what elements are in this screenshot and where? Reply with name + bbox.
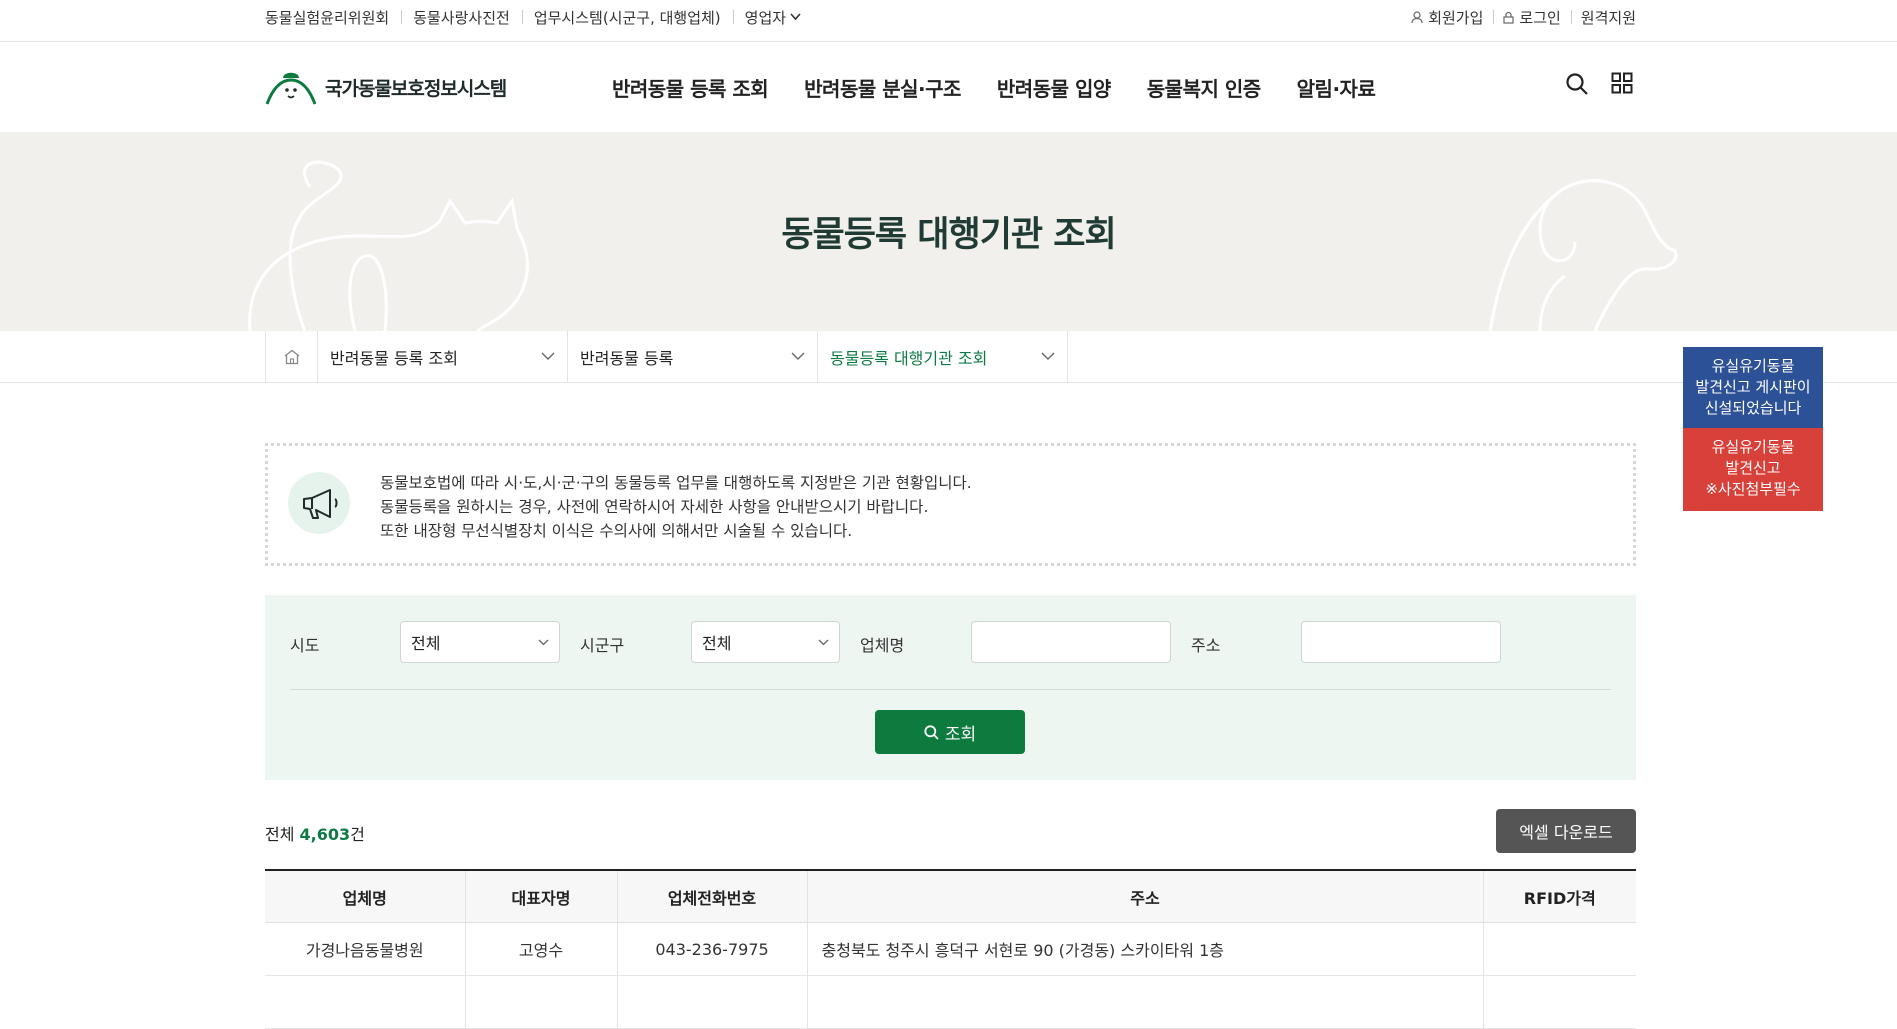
main-nav: 반려동물 등록 조회 반려동물 분실·구조 반려동물 입양 동물복지 인증 알림… — [612, 42, 1376, 132]
quick-banner-line: 발견신고 — [1725, 459, 1781, 477]
total-prefix: 전체 — [265, 825, 295, 844]
quick-banner-report-board[interactable]: 유실유기동물 발견신고 게시판이 신설되었습니다 — [1683, 347, 1823, 428]
table-header-row: 업체명 대표자명 업체전화번호 주소 RFID가격 — [265, 869, 1636, 923]
utility-link-work-system[interactable]: 업무시스템(시군구, 대행업체) — [521, 7, 733, 28]
company-name-input[interactable] — [971, 621, 1171, 663]
search-button-label: 조회 — [944, 724, 977, 745]
company-label: 업체명 — [860, 636, 905, 655]
column-header: RFID가격 — [1482, 869, 1636, 923]
address-label: 주소 — [1191, 636, 1221, 655]
cell-address: 충청북도 청주시 흥덕구 서현로 90 (가경동) 스카이타워 1층 — [806, 922, 1483, 976]
sigungu-select-value: 전체 — [702, 634, 732, 653]
quick-banner-line: 발견신고 게시판이 — [1695, 378, 1811, 396]
quick-banner-line: 유실유기동물 — [1711, 357, 1795, 375]
quick-banner-report[interactable]: 유실유기동물 발견신고 ※사진첨부필수 — [1683, 428, 1823, 511]
cell-representative: 고영수 — [464, 922, 617, 976]
nav-item-notice[interactable]: 알림·자료 — [1297, 73, 1376, 102]
utility-business-label: 영업자 — [744, 8, 787, 27]
search-panel: 시도 전체 시군구 전체 업체명 주소 조회 — [265, 595, 1636, 780]
sido-label: 시도 — [290, 636, 320, 655]
agency-table: 업체명 대표자명 업체전화번호 주소 RFID가격 가경나음동물병원 고영수 0… — [265, 869, 1636, 1029]
nav-item-registration[interactable]: 반려동물 등록 조회 — [612, 73, 769, 102]
search-button[interactable]: 조회 — [875, 710, 1025, 754]
breadcrumb-home[interactable] — [265, 331, 318, 382]
chevron-down-icon — [790, 13, 801, 21]
megaphone-icon — [288, 472, 350, 534]
sigungu-label: 시군구 — [580, 636, 625, 655]
breadcrumb-level-3-label: 동물등록 대행기관 조회 — [830, 348, 988, 368]
chevron-down-icon — [1041, 352, 1055, 360]
result-total: 전체 4,603건 — [265, 821, 365, 845]
breadcrumb-level-2-label: 반려동물 등록 — [580, 348, 674, 368]
utility-link-ethics[interactable]: 동물실험윤리위원회 — [265, 7, 401, 28]
logo-mark-icon — [265, 72, 317, 105]
home-icon — [284, 349, 299, 364]
quick-banner-line: 유실유기동물 — [1711, 438, 1795, 456]
cell-company: 가경나음동물병원 — [265, 922, 465, 976]
join-label: 회원가입 — [1428, 8, 1484, 27]
search-icon — [924, 724, 939, 740]
sitemap-grid-icon[interactable] — [1611, 72, 1633, 94]
table-row[interactable]: 가경나음동물병원 고영수 043-236-7975 충청북도 청주시 흥덕구 서… — [265, 922, 1636, 976]
address-input[interactable] — [1301, 621, 1501, 663]
chevron-down-icon — [538, 639, 549, 645]
utility-link-photo-contest[interactable]: 동물사랑사진전 — [401, 7, 522, 28]
table-row[interactable] — [265, 975, 1636, 1029]
utility-link-business[interactable]: 영업자 — [732, 7, 813, 28]
chevron-down-icon — [791, 352, 805, 360]
nav-item-adoption[interactable]: 반려동물 입양 — [997, 73, 1111, 102]
column-header: 업체전화번호 — [616, 869, 807, 923]
notice-line: 동물보호법에 따라 시·도,시·군·구의 동물등록 업무를 대행하도록 지정받은… — [380, 474, 972, 492]
login-link[interactable]: 로그인 — [1493, 7, 1570, 28]
search-icon[interactable] — [1565, 72, 1589, 96]
sigungu-select[interactable]: 전체 — [691, 621, 840, 663]
cell-phone: 043-236-7975 — [616, 922, 807, 976]
quick-banner-line: 신설되었습니다 — [1704, 399, 1802, 417]
breadcrumb-level-1-label: 반려동물 등록 조회 — [330, 348, 458, 368]
site-logo-text: 국가동물보호정보시스템 — [325, 77, 507, 100]
notice-box: 동물보호법에 따라 시·도,시·군·구의 동물등록 업무를 대행하도록 지정받은… — [265, 443, 1636, 566]
breadcrumb: 반려동물 등록 조회 반려동물 등록 동물등록 대행기관 조회 — [0, 331, 1897, 383]
site-logo[interactable]: 국가동물보호정보시스템 — [265, 68, 507, 106]
sido-select-value: 전체 — [411, 634, 441, 653]
cell-rfid-price — [1482, 922, 1636, 976]
utility-bar: 동물실험윤리위원회 동물사랑사진전 업무시스템(시군구, 대행업체) 영업자 회… — [0, 0, 1897, 42]
breadcrumb-level-3[interactable]: 동물등록 대행기관 조회 — [818, 331, 1068, 382]
notice-line: 또한 내장형 무선식별장치 이식은 수의사에 의해서만 시술될 수 있습니다. — [380, 522, 853, 540]
remote-support-link[interactable]: 원격지원 — [1570, 7, 1636, 28]
chevron-down-icon — [541, 352, 555, 360]
chevron-down-icon — [818, 639, 829, 645]
excel-download-button[interactable]: 엑셀 다운로드 — [1496, 809, 1636, 853]
quick-banner-line: ※사진첨부필수 — [1705, 480, 1801, 498]
user-icon — [1411, 10, 1423, 23]
total-suffix: 건 — [350, 825, 365, 844]
column-header: 주소 — [806, 869, 1483, 923]
column-header: 대표자명 — [464, 869, 617, 923]
notice-line: 동물등록을 원하시는 경우, 사전에 연락하시어 자세한 사항을 안내받으시기 … — [380, 498, 929, 516]
total-count: 4,603 — [299, 825, 351, 844]
site-header: 국가동물보호정보시스템 반려동물 등록 조회 반려동물 분실·구조 반려동물 입… — [0, 42, 1897, 132]
join-link[interactable]: 회원가입 — [1401, 7, 1493, 28]
nav-item-lost-rescue[interactable]: 반려동물 분실·구조 — [804, 73, 961, 102]
sido-select[interactable]: 전체 — [400, 621, 560, 663]
column-header: 업체명 — [265, 869, 465, 923]
page-banner: 동물등록 대행기관 조회 — [0, 132, 1897, 331]
login-label: 로그인 — [1519, 8, 1561, 27]
page-title: 동물등록 대행기관 조회 — [781, 215, 1116, 255]
nav-item-welfare-cert[interactable]: 동물복지 인증 — [1147, 73, 1261, 102]
breadcrumb-level-1[interactable]: 반려동물 등록 조회 — [318, 331, 568, 382]
search-divider — [290, 689, 1611, 690]
lock-icon — [1503, 11, 1514, 24]
breadcrumb-level-2[interactable]: 반려동물 등록 — [568, 331, 818, 382]
